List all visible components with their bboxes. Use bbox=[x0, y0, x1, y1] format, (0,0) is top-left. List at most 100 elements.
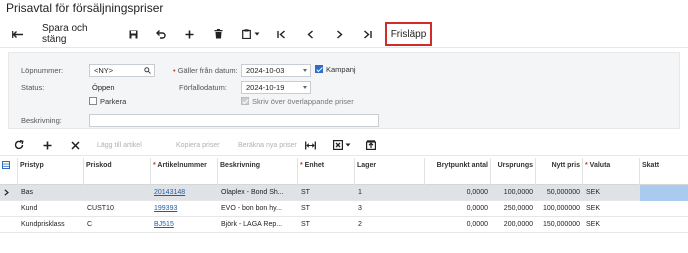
cell-pristyp[interactable]: Kundprisklass bbox=[18, 217, 84, 233]
artikel-link[interactable]: BJ515 bbox=[154, 221, 174, 228]
cell-nytt[interactable]: 50,000000 bbox=[536, 185, 583, 201]
col-pristyp[interactable]: Pristyp bbox=[0, 158, 84, 185]
artikel-link[interactable]: 20143148 bbox=[154, 189, 185, 196]
park-label: Parkera bbox=[100, 97, 127, 106]
chevron-down-icon bbox=[303, 86, 307, 89]
cell-priskod[interactable]: CUST10 bbox=[84, 201, 151, 217]
col-artikel[interactable]: * Artikelnummer bbox=[151, 158, 218, 185]
first-record-button[interactable] bbox=[275, 22, 287, 46]
description-field[interactable] bbox=[89, 114, 379, 127]
expiry-field[interactable]: 2024-10-19 bbox=[241, 81, 311, 94]
cell-skatt[interactable] bbox=[640, 185, 688, 201]
cell-brytpunkt[interactable]: 0,0000 bbox=[425, 217, 491, 233]
cell-valuta[interactable]: SEK bbox=[583, 185, 640, 201]
excel-icon bbox=[333, 140, 343, 150]
expiry-value: 2024-10-19 bbox=[246, 83, 285, 92]
undo-button[interactable] bbox=[155, 22, 167, 46]
campaign-label: Kampanj bbox=[326, 65, 356, 74]
export-menu-button[interactable] bbox=[332, 137, 352, 153]
main-toolbar: Spara och stäng Frisläpp bbox=[0, 22, 688, 48]
valid-from-field[interactable]: 2024-10-03 bbox=[241, 64, 311, 77]
cell-artikel[interactable]: BJ515 bbox=[151, 217, 218, 233]
col-enhet[interactable]: * Enhet bbox=[298, 158, 355, 185]
add-row-button[interactable] bbox=[40, 137, 54, 153]
previous-record-button[interactable] bbox=[304, 22, 316, 46]
add-button[interactable] bbox=[183, 22, 195, 46]
calc-prices-button[interactable]: Beräkna nya priser bbox=[238, 139, 297, 152]
add-item-button[interactable]: Lägg till artikel bbox=[97, 139, 142, 152]
save-icon bbox=[129, 30, 137, 38]
table-row[interactable]: Kund CUST10 199393 EVO - bon bon hy... S… bbox=[0, 201, 688, 217]
delete-row-button[interactable] bbox=[68, 137, 82, 153]
refresh-icon bbox=[14, 140, 24, 150]
cell-lager[interactable]: 1 bbox=[355, 185, 425, 201]
clipboard-menu-button[interactable] bbox=[240, 22, 262, 46]
cell-ursprung[interactable]: 100,0000 bbox=[491, 185, 536, 201]
status-label: Status: bbox=[21, 83, 45, 92]
col-beskrivning[interactable]: Beskrivning bbox=[218, 158, 298, 185]
undo-icon bbox=[156, 29, 166, 39]
cell-brytpunkt[interactable]: 0,0000 bbox=[425, 201, 491, 217]
arrow-back-icon bbox=[11, 30, 23, 38]
chevron-right-icon bbox=[336, 29, 343, 39]
description-label: Beskrivning: bbox=[21, 116, 62, 125]
first-icon bbox=[276, 29, 285, 39]
cell-lager[interactable]: 3 bbox=[355, 201, 425, 217]
col-ursprung[interactable]: Ursprungs bbox=[491, 158, 536, 185]
save-button[interactable] bbox=[127, 22, 139, 46]
cell-artikel[interactable]: 199393 bbox=[151, 201, 218, 217]
cell-priskod[interactable] bbox=[84, 185, 151, 201]
plus-icon bbox=[43, 141, 51, 149]
grid-toolbar: Lägg till artikel Kopiera priser Beräkna… bbox=[0, 134, 688, 156]
col-priskod[interactable]: Priskod bbox=[84, 158, 151, 185]
fit-columns-icon bbox=[304, 141, 316, 149]
park-checkbox[interactable] bbox=[89, 97, 97, 105]
cell-enhet[interactable]: ST bbox=[298, 201, 355, 217]
cell-nytt[interactable]: 100,000000 bbox=[536, 201, 583, 217]
artikel-link[interactable]: 199393 bbox=[154, 205, 177, 212]
cell-brytpunkt[interactable]: 0,0000 bbox=[425, 185, 491, 201]
next-record-button[interactable] bbox=[333, 22, 345, 46]
overwrite-checkbox[interactable] bbox=[241, 97, 249, 105]
cell-nytt[interactable]: 150,000000 bbox=[536, 217, 583, 233]
fit-columns-button[interactable] bbox=[303, 137, 317, 153]
col-lager[interactable]: Lager bbox=[355, 158, 425, 185]
copy-prices-button[interactable]: Kopiera priser bbox=[176, 139, 220, 152]
upload-button[interactable] bbox=[364, 137, 378, 153]
col-nytt[interactable]: Nytt pris bbox=[536, 158, 583, 185]
refresh-button[interactable] bbox=[12, 137, 26, 153]
col-brytpunkt[interactable]: Brytpunkt antal bbox=[425, 158, 491, 185]
cell-lager[interactable]: 2 bbox=[355, 217, 425, 233]
number-field[interactable]: <NY> bbox=[89, 64, 155, 77]
release-button[interactable]: Frisläpp bbox=[385, 22, 432, 46]
cell-ursprung[interactable]: 200,0000 bbox=[491, 217, 536, 233]
cell-beskrivning[interactable]: Björk - LAGA Rep... bbox=[218, 217, 298, 233]
delete-button[interactable] bbox=[212, 22, 224, 46]
grid-header: Pristyp Priskod * Artikelnummer Beskrivn… bbox=[0, 158, 688, 185]
search-icon bbox=[144, 67, 151, 74]
cell-beskrivning[interactable]: EVO - bon bon hy... bbox=[218, 201, 298, 217]
cell-pristyp[interactable]: Kund bbox=[18, 201, 84, 217]
cell-valuta[interactable]: SEK bbox=[583, 201, 640, 217]
chevron-down-icon bbox=[254, 32, 260, 36]
save-close-button[interactable]: Spara och stäng bbox=[42, 22, 112, 46]
cell-ursprung[interactable]: 250,0000 bbox=[491, 201, 536, 217]
status-value: Öppen bbox=[92, 83, 115, 92]
col-valuta[interactable]: * Valuta bbox=[583, 158, 640, 185]
chevron-down-icon bbox=[303, 69, 307, 72]
cell-valuta[interactable]: SEK bbox=[583, 217, 640, 233]
back-button[interactable] bbox=[10, 22, 24, 46]
cell-beskrivning[interactable]: Olaplex - Bond Sh... bbox=[218, 185, 298, 201]
last-record-button[interactable] bbox=[361, 22, 373, 46]
campaign-checkbox[interactable] bbox=[315, 65, 323, 73]
table-row[interactable]: Kundprisklass C BJ515 Björk - LAGA Rep..… bbox=[0, 217, 688, 233]
cell-enhet[interactable]: ST bbox=[298, 185, 355, 201]
cell-priskod[interactable]: C bbox=[84, 217, 151, 233]
table-row[interactable]: Bas 20143148 Olaplex - Bond Sh... ST 1 0… bbox=[0, 185, 688, 201]
cell-enhet[interactable]: ST bbox=[298, 217, 355, 233]
last-icon bbox=[363, 29, 372, 39]
col-skatt[interactable]: Skatt bbox=[640, 158, 688, 185]
cell-artikel[interactable]: 20143148 bbox=[151, 185, 218, 201]
cell-pristyp[interactable]: Bas bbox=[18, 185, 84, 201]
trash-icon bbox=[214, 29, 222, 39]
